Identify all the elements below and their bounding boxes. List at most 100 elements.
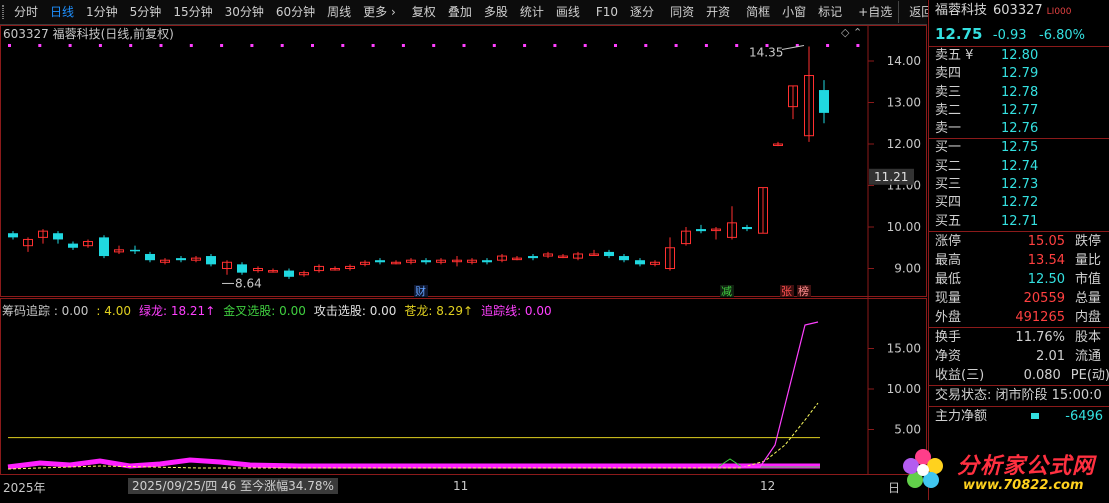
toolbar-btn-18[interactable]: 简框 bbox=[740, 1, 776, 23]
toolbar-btn-4[interactable]: 15分钟 bbox=[167, 1, 218, 23]
signal-dot bbox=[674, 44, 678, 47]
stat-value: 11.76% bbox=[1015, 329, 1065, 345]
marker-bang: 榜 bbox=[798, 284, 809, 298]
candle-body bbox=[375, 260, 385, 263]
stat-row: 最高 13.54 量比 bbox=[929, 251, 1109, 270]
high-arrow bbox=[781, 44, 805, 50]
stat-label-2: 跌停 bbox=[1075, 233, 1102, 249]
indicator-value-2: 绿龙: 18.21↑ bbox=[138, 304, 216, 318]
marker-cai: 财 bbox=[415, 284, 426, 298]
toolbar-btn-1[interactable]: 日线 bbox=[44, 1, 80, 23]
signal-dot bbox=[553, 44, 557, 47]
signal-dot bbox=[704, 44, 708, 47]
chart-area[interactable]: 14.00 13.00 12.00 11.00 10.00 9.00 11.21 14.35 8… bbox=[0, 25, 927, 500]
signal-dot bbox=[523, 44, 527, 47]
toolbar-grip-icon[interactable] bbox=[2, 5, 4, 19]
buy-price: 12.74 bbox=[1001, 158, 1039, 174]
price-tick-label: 14.00 bbox=[887, 54, 921, 68]
toolbar-btn-13[interactable]: 画线 bbox=[550, 1, 586, 23]
buy-row[interactable]: 买四 12.72 bbox=[929, 194, 1109, 212]
sell-price: 12.76 bbox=[1001, 121, 1039, 137]
price-change: -0.93 bbox=[992, 28, 1027, 43]
date-label-dec: 12 bbox=[760, 479, 776, 493]
sell-order-book: 卖五 ¥ 12.80 卖四 12.79 卖三 12.78 卖二 12.77 卖一 12.76 bbox=[929, 46, 1109, 138]
signal-dot bbox=[311, 44, 314, 47]
sell-price: 12.79 bbox=[1001, 66, 1039, 82]
signal-dot bbox=[341, 44, 345, 47]
stat-value: 15.05 bbox=[1027, 233, 1065, 249]
toolbar-btn-5[interactable]: 30分钟 bbox=[219, 1, 270, 23]
toolbar-btn-19[interactable]: 小窗 bbox=[776, 1, 812, 23]
trade-status: 交易状态: 闭市阶段 15:00:0 主力净额 -6496 bbox=[929, 384, 1109, 427]
sell-level-label: 卖四 bbox=[935, 66, 962, 82]
toolbar-btn-14[interactable]: F10 bbox=[590, 1, 624, 23]
sell-row[interactable]: 卖一 12.76 bbox=[929, 120, 1109, 138]
stat-label: 最低 bbox=[935, 271, 962, 287]
toolbar-btn-11[interactable]: 多股 bbox=[478, 1, 514, 23]
toolbar-btn-7[interactable]: 周线 bbox=[321, 1, 357, 23]
toolbar-btn-15[interactable]: 逐分 bbox=[624, 1, 660, 23]
sell-row[interactable]: 卖三 12.78 bbox=[929, 84, 1109, 102]
sell-price: 12.77 bbox=[1001, 102, 1039, 118]
stat-label: 外盘 bbox=[935, 309, 962, 325]
stat-label-2: 市值 bbox=[1075, 271, 1102, 287]
toolbar-btn-9[interactable]: 复权 bbox=[406, 1, 442, 23]
stat-label: 最高 bbox=[935, 252, 962, 268]
cang-long-line bbox=[7, 402, 819, 470]
main-flow-row: 主力净额 -6496 bbox=[929, 405, 1109, 427]
date-label-year: 2025年 bbox=[3, 481, 46, 495]
candle-body bbox=[206, 256, 216, 265]
toolbar-btn-17[interactable]: 开资 bbox=[700, 1, 736, 23]
sell-level-label: 卖一 bbox=[935, 121, 962, 137]
toolbar-btn-8[interactable]: 更多 › bbox=[357, 1, 402, 23]
indicator-value-3: 金叉选股: 0.00 bbox=[223, 304, 306, 318]
toolbar-btn-20[interactable]: 标记 bbox=[812, 1, 848, 23]
stat-value: 20559 bbox=[1023, 290, 1065, 306]
signal-dot bbox=[189, 44, 193, 47]
logo-text: 分析家公式网 bbox=[957, 454, 1096, 479]
sell-row[interactable]: 卖二 12.77 bbox=[929, 102, 1109, 120]
candle-body bbox=[176, 258, 186, 261]
sell-price: 12.80 bbox=[1001, 48, 1039, 63]
buy-row[interactable]: 买五 12.71 bbox=[929, 213, 1109, 231]
sell-row[interactable]: 卖五 ¥ 12.80 bbox=[929, 47, 1109, 65]
trading-status: 交易状态: 闭市阶段 15:00:0 bbox=[935, 387, 1102, 403]
buy-row[interactable]: 买三 12.73 bbox=[929, 176, 1109, 194]
price-tick-label: 9.00 bbox=[894, 262, 921, 276]
signal-dot bbox=[735, 44, 739, 47]
candle-body bbox=[237, 264, 247, 273]
signal-dot bbox=[98, 44, 102, 47]
chevron-up-icon[interactable]: ⌃ bbox=[853, 26, 862, 39]
marker-jian: 减 bbox=[721, 285, 732, 298]
signal-dot bbox=[129, 44, 133, 47]
chip-band bbox=[7, 457, 820, 470]
buy-row[interactable]: 买一 12.75 bbox=[929, 139, 1109, 157]
logo-url: www.70822.com bbox=[963, 478, 1084, 493]
toolbar-btn-16[interactable]: 同资 bbox=[664, 1, 700, 23]
sell-row[interactable]: 卖四 12.79 bbox=[929, 65, 1109, 83]
stat-value: 12.50 bbox=[1027, 271, 1065, 287]
toolbar-btn-6[interactable]: 60分钟 bbox=[270, 1, 321, 23]
buy-row[interactable]: 买二 12.74 bbox=[929, 158, 1109, 176]
chart-canvas[interactable]: 14.0013.0012.0011.0010.009.0011.2114.358… bbox=[0, 25, 927, 500]
buy-price: 12.71 bbox=[1001, 213, 1039, 229]
toolbar-btn-2[interactable]: 1分钟 bbox=[80, 1, 124, 23]
toolbar-btn-12[interactable]: 统计 bbox=[514, 1, 550, 23]
current-price: 12.75 bbox=[935, 25, 983, 43]
green-dragon-line bbox=[700, 321, 819, 468]
candle-body bbox=[99, 237, 109, 257]
main-flow-label: 主力净额 bbox=[935, 408, 988, 424]
buy-price: 12.75 bbox=[1001, 140, 1039, 156]
stat-label-2: PE(动) bbox=[1070, 367, 1109, 383]
diamond-icon[interactable]: ◇ bbox=[841, 26, 849, 39]
stat-row: 最低 12.50 市值 bbox=[929, 270, 1109, 289]
candle-body bbox=[284, 270, 294, 277]
price-tick-label: 13.00 bbox=[887, 96, 921, 110]
toolbar-btn-0[interactable]: 分时 bbox=[8, 1, 44, 23]
candle-body bbox=[421, 260, 431, 263]
toolbar-btn-3[interactable]: 5分钟 bbox=[124, 1, 168, 23]
sell-level-label: 卖五 ¥ bbox=[935, 48, 974, 63]
toolbar-btn-21[interactable]: +自选 bbox=[852, 1, 898, 23]
signal-dot bbox=[583, 44, 587, 47]
toolbar-btn-10[interactable]: 叠加 bbox=[442, 1, 478, 23]
